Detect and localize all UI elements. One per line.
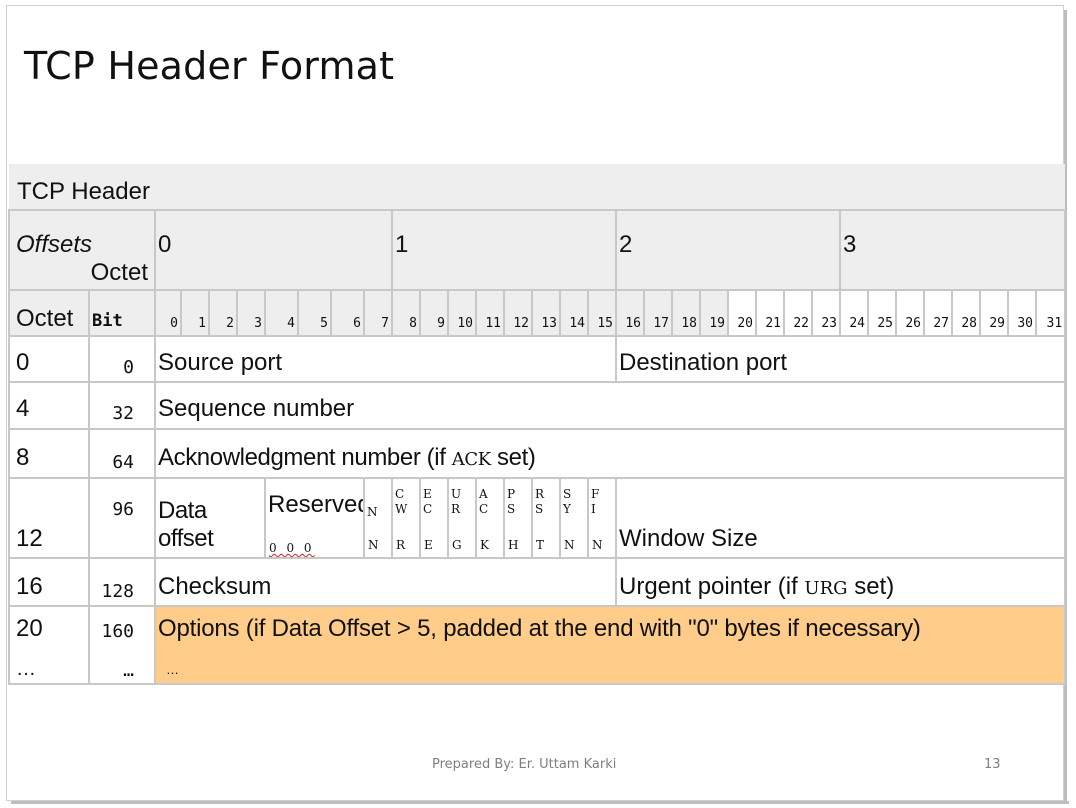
octet-col-2: 2 <box>615 209 841 291</box>
bit-number-row: Octet Bit 0 1 2 3 4 5 6 7 8 9 10 11 12 1… <box>8 289 1067 337</box>
bit-number: 19 <box>699 289 729 337</box>
flag-fin: F IN <box>587 477 617 559</box>
bit-number: 16 <box>615 289 645 337</box>
octet-label: Octet <box>90 259 148 286</box>
tcp-header-table: TCP Header Offsets Octet 0 1 2 3 Octet B… <box>8 164 1067 685</box>
bit-number: 20 <box>727 289 757 337</box>
bit-number: 22 <box>783 289 813 337</box>
bit-number: 12 <box>503 289 533 337</box>
table-row: 8 64 Acknowledgment number (if ACK set) <box>8 428 1067 479</box>
bit-number: 28 <box>951 289 981 337</box>
ack-text-pre: Acknowledgment number (if <box>158 444 452 471</box>
bit-number: 7 <box>363 289 393 337</box>
row-octet: 0 <box>8 335 90 383</box>
flag-ns-top: N <box>367 505 378 519</box>
checksum-field: Checksum <box>154 557 617 607</box>
slide-footer: Prepared By: Er. Uttam Karki <box>432 757 617 772</box>
reserved-field: Reserved 0 0 0 <box>264 477 365 559</box>
flag-psh: P SH <box>503 477 533 559</box>
table-row: 4 32 Sequence number <box>8 381 1067 430</box>
bit-number: 17 <box>643 289 673 337</box>
bit-number: 8 <box>391 289 421 337</box>
page-number: 13 <box>984 757 1001 772</box>
row-bit: 96 <box>88 477 156 559</box>
bit-number: 30 <box>1007 289 1037 337</box>
bit-number: 18 <box>671 289 701 337</box>
ellipsis-octet: … <box>16 658 36 680</box>
reserved-bits: 0 0 0 <box>269 541 315 555</box>
bit-number: 15 <box>587 289 617 337</box>
flag-ns-bottom: N <box>368 538 379 552</box>
bit-number: 29 <box>979 289 1009 337</box>
bit-number: 27 <box>923 289 953 337</box>
bit-number: 11 <box>475 289 505 337</box>
row-octet: 16 <box>8 557 90 607</box>
bit-number: 2 <box>208 289 238 337</box>
bit-number: 9 <box>419 289 449 337</box>
offsets-label: Offsets <box>16 231 93 258</box>
ack-code: ACK <box>451 449 491 470</box>
ellipsis-field: … <box>166 662 179 677</box>
octet-col-1: 1 <box>391 209 617 291</box>
row-octet: 4 <box>8 381 90 430</box>
bit-number: 0 <box>154 289 182 337</box>
bit-number: 31 <box>1034 289 1067 337</box>
bit-number: 23 <box>811 289 841 337</box>
table-row: 12 96 Data offset Reserved 0 0 0 N N C W… <box>8 477 1067 559</box>
bit-number: 21 <box>755 289 785 337</box>
offsets-octet-header: Offsets Octet <box>8 209 156 291</box>
table-row: 16 128 Checksum Urgent pointer (if URG s… <box>8 557 1067 607</box>
sequence-number-field: Sequence number <box>153 381 1067 430</box>
flag-ece: E CE <box>419 477 449 559</box>
ack-text-post: set) <box>490 444 536 471</box>
data-offset-field: Data offset <box>154 477 266 559</box>
row-bit: 128 <box>88 557 156 607</box>
bit-number: 6 <box>330 289 365 337</box>
reserved-label: Reserved <box>268 491 364 518</box>
destination-port-field: Destination port <box>614 335 1067 383</box>
bit-number: 26 <box>895 289 925 337</box>
table-caption: TCP Header <box>9 164 1066 210</box>
flag-ns: N N <box>363 477 393 559</box>
octet-col-3: 3 <box>838 209 1067 291</box>
window-size-field: Window Size <box>614 477 1067 559</box>
bit-number: 13 <box>531 289 561 337</box>
row-octet: 12 <box>8 477 90 559</box>
flag-ack: A CK <box>475 477 505 559</box>
ellipsis-bit: … <box>123 660 134 681</box>
octet-row-label: Octet <box>8 289 90 337</box>
bit-number: 24 <box>839 289 869 337</box>
flag-cwr: C WR <box>391 477 421 559</box>
row-bit: 64 <box>88 428 156 479</box>
bit-number: 3 <box>236 289 266 337</box>
bit-number: 14 <box>559 289 589 337</box>
row-bit: 160 … <box>88 605 156 685</box>
octet-col-0: 0 <box>154 209 393 291</box>
flag-syn: S YN <box>559 477 589 559</box>
bit-number: 5 <box>297 289 332 337</box>
acknowledgment-number-field: Acknowledgment number (if ACK set) <box>153 428 1067 479</box>
table-row: 20 … 160 … Options (if Data Offset > 5, … <box>8 605 1067 685</box>
table-row: 0 0 Source port Destination port <box>8 335 1067 383</box>
bit-number: 25 <box>867 289 897 337</box>
urgent-pointer-field: Urgent pointer (if URG set) <box>614 557 1067 607</box>
options-field: Options (if Data Offset > 5, padded at t… <box>153 605 1067 685</box>
urg-code: URG <box>804 578 848 599</box>
flag-rst: R ST <box>531 477 561 559</box>
flag-urg: U RG <box>447 477 477 559</box>
row-bit: 0 <box>88 335 156 383</box>
row-bit: 32 <box>88 381 156 430</box>
row-octet: 20 … <box>8 605 90 685</box>
bit-number: 10 <box>447 289 477 337</box>
slide-title: TCP Header Format <box>24 44 395 88</box>
row-octet: 8 <box>8 428 90 479</box>
bit-label: Bit <box>88 289 156 337</box>
bit-number: 1 <box>180 289 210 337</box>
source-port-field: Source port <box>154 335 617 383</box>
bit-number: 4 <box>264 289 299 337</box>
